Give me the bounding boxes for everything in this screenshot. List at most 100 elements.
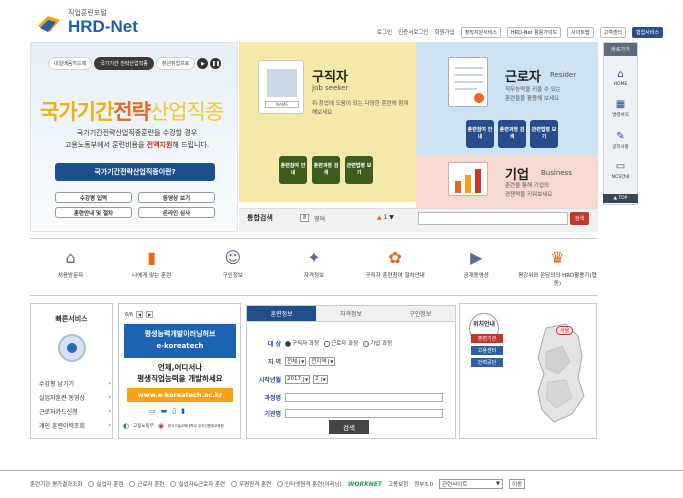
org-input[interactable] [285, 408, 443, 418]
sidebar-item-notice[interactable]: ✎ 공지사항 [604, 131, 637, 150]
signup-link[interactable]: 회원가입 [434, 28, 454, 36]
menu-procedure[interactable]: ✿ 구직자 훈련참여 절차안내 [355, 239, 436, 295]
menu-training-match[interactable]: ▮ 나에게 맞는 훈련 [111, 239, 192, 295]
quick-item-video[interactable]: 실업자훈련 동영상 › [39, 390, 111, 404]
related-site-select[interactable]: 관련사이트 ▼ [439, 479, 504, 489]
wk-guide-button[interactable]: 훈련참여 안내 [466, 120, 494, 148]
circle-icon [129, 481, 136, 487]
hrd-net-logo[interactable]: 직업훈련포털 HRD-Net [36, 8, 146, 38]
search-label: 통합검색 [247, 214, 273, 222]
quick-item-history[interactable]: 개인 훈련이력조회 › [39, 418, 111, 432]
business-title: 기업 [505, 168, 529, 183]
banner-text: 언제,어디서나 평생직업능력을 개발하세요 [124, 362, 236, 384]
play-icon[interactable]: ▶ [197, 58, 209, 69]
course-input[interactable] [285, 392, 443, 402]
banner-url[interactable]: www.e-koreatech.ac.kr [127, 388, 233, 402]
seoul-label[interactable]: 서울 [556, 326, 574, 335]
sitemap-button[interactable]: 사이트맵 [567, 26, 594, 38]
sidebar-label-home: HOME [613, 82, 628, 87]
dropdown-icon[interactable]: ▼ [389, 214, 394, 221]
menu-job-info[interactable]: ☺ 구인정보 [192, 239, 273, 295]
tab-training-info[interactable]: 훈련정보 [247, 306, 317, 322]
job-seeker-en: Job seeker [312, 84, 349, 92]
footer-item-worker[interactable]: 근로자 훈련 [129, 480, 164, 488]
wk-law-button[interactable]: 관련법령 보기 [530, 120, 558, 148]
employment-insurance-logo[interactable]: 고용보험 [388, 480, 408, 488]
customer-center-button[interactable]: 고객센터 [599, 26, 626, 38]
year-select[interactable]: 2017 ▼ [285, 374, 311, 384]
footer-item-label: 근로자 훈련 [137, 482, 165, 488]
prev-icon[interactable]: ◀ [136, 311, 144, 318]
strategic-info-button[interactable]: 국가기간전략산업직종이란? [55, 163, 215, 181]
month-select[interactable]: 2 ▼ [313, 374, 328, 384]
quick-service-dot [67, 343, 77, 353]
training-guide-button[interactable]: 훈련안내 및 절차 [55, 207, 132, 218]
sidebar-item-ncs[interactable]: ▭ NCS안내 [604, 161, 637, 180]
footer-item-online[interactable]: 인터넷원격 훈련(이러닝) [277, 480, 342, 488]
graduation-cap-icon: ✦ [307, 248, 321, 267]
go-button[interactable]: 이동 [509, 479, 526, 489]
promo-banner[interactable]: 6/6 ◀ ▶ 평생능력개발이러닝허브 e-koreatech 언제,어디서나 … [118, 303, 241, 439]
laptop-icon: ▬ [160, 407, 168, 415]
sidebar-item-home[interactable]: ⌂ HOME [604, 69, 637, 87]
pause-icon[interactable]: ❚❚ [210, 58, 222, 69]
footer-item-both[interactable]: 실업자&근로자 훈련 [170, 480, 225, 488]
gov30-logo[interactable]: 정부3.0 [414, 480, 433, 488]
region-select-1[interactable]: 전체 ▼ [285, 356, 307, 366]
radio-business[interactable]: 기업 과정 [363, 339, 392, 347]
quick-item-card[interactable]: 근로자카드신청 › [39, 404, 111, 418]
footer-item-mail[interactable]: 우편원격 훈련 [231, 480, 271, 488]
book-icon: ▮ [147, 248, 157, 267]
sidebar-item-forms[interactable]: ▦ 발령서식 [604, 99, 637, 118]
tab-qualification-info[interactable]: 자격정보 [316, 306, 386, 322]
radio-job-seeker[interactable]: 구직자 과정 [285, 339, 319, 347]
quick-service-panel: 빠른서비스 수강평 남기기 › 실업자훈련 동영상 › 근로자카드신청 › 개인 훈련… [30, 303, 113, 439]
radio-label: 근로자 과정 [331, 341, 359, 347]
hero-desc-line2: 고용노동부에서 훈련비용을 전액지원해 드립니다. [42, 139, 232, 151]
top-button[interactable]: ▲ TOP [603, 194, 638, 203]
sidebar-title: 바로가기 [604, 43, 637, 56]
circle-icon [277, 481, 284, 487]
radio-worker[interactable]: 근로자 과정 [324, 339, 358, 347]
hero-tab-youth[interactable]: 청년취업프로 [155, 57, 196, 70]
search-lang[interactable]: 영어 [314, 214, 325, 223]
collab-service-button[interactable]: 협업서비스 [631, 26, 663, 38]
tab-job-info[interactable]: 구인정보 [385, 306, 455, 322]
next-icon[interactable]: ▶ [146, 311, 154, 318]
cert-login-link[interactable]: 인증서로그인 [398, 28, 428, 36]
hero-tab-card[interactable]: 내일배움카드제 [48, 57, 93, 70]
hero-desc-line1: 국가기간전략산업직종훈련을 수강할 경우 [76, 129, 198, 137]
online-review-button[interactable]: 온라인 심사 [138, 207, 215, 218]
phone-icon: ▯ [172, 407, 177, 415]
js-law-button[interactable]: 관련법령 보기 [345, 156, 373, 184]
js-search-button[interactable]: 훈련과정 검색 [312, 156, 340, 184]
review-input-button[interactable]: 수강평 입력 [55, 192, 132, 203]
sidebar-label-notice: 공지사항 [612, 145, 629, 150]
search-input[interactable] [418, 212, 568, 225]
video-view-button[interactable]: 동영상 보기 [138, 192, 215, 203]
menu-qualification[interactable]: ✦ 자격정보 [273, 239, 354, 295]
worknet-logo[interactable]: WORKNET [348, 481, 382, 488]
menu-public-video[interactable]: ▶ 공개동영상 [436, 239, 517, 295]
login-link[interactable]: 로그인 [377, 28, 392, 36]
region-select-2[interactable]: 전지역 ▼ [309, 356, 336, 366]
form-search-button[interactable]: 검색 [329, 420, 369, 434]
korea-map-icon[interactable] [532, 322, 588, 426]
search-button[interactable]: 검색 [570, 212, 589, 225]
main-menu-bar: ⌂ 처음방문자 ▮ 나에게 맞는 훈련 ☺ 구인정보 ✦ 자격정보 ✿ 구직자 … [30, 238, 598, 296]
employment-center-button[interactable]: 고용센터 [471, 346, 503, 355]
hrd-korea-button[interactable]: 인력공단 [471, 358, 503, 367]
quick-item-review[interactable]: 수강평 남기기 › [39, 376, 111, 390]
hero-tab-strategic[interactable]: 국가기간 전략산업직종 [94, 57, 154, 70]
popular-keyword[interactable]: ▲ 1 ▼ [377, 214, 394, 221]
footer-item-unemployed[interactable]: 실업자 훈련 [88, 480, 123, 488]
guide-button[interactable]: HRD-Net 활용가이드 [506, 26, 562, 38]
support-service-button[interactable]: 정직지원서비스 [460, 26, 501, 38]
menu-first-visitor[interactable]: ⌂ 처음방문자 [30, 239, 111, 295]
radio-dot-icon [363, 340, 370, 347]
wk-search-button[interactable]: 훈련과정 검색 [498, 120, 526, 148]
home-icon: ⌂ [617, 69, 624, 80]
js-guide-button[interactable]: 훈련참여 안내 [279, 156, 307, 184]
training-org-button[interactable]: 훈련기관 [471, 334, 503, 343]
menu-hrd-use[interactable]: ♛ 평강위와 온담의의 HRD활용기(협동) [517, 239, 598, 295]
